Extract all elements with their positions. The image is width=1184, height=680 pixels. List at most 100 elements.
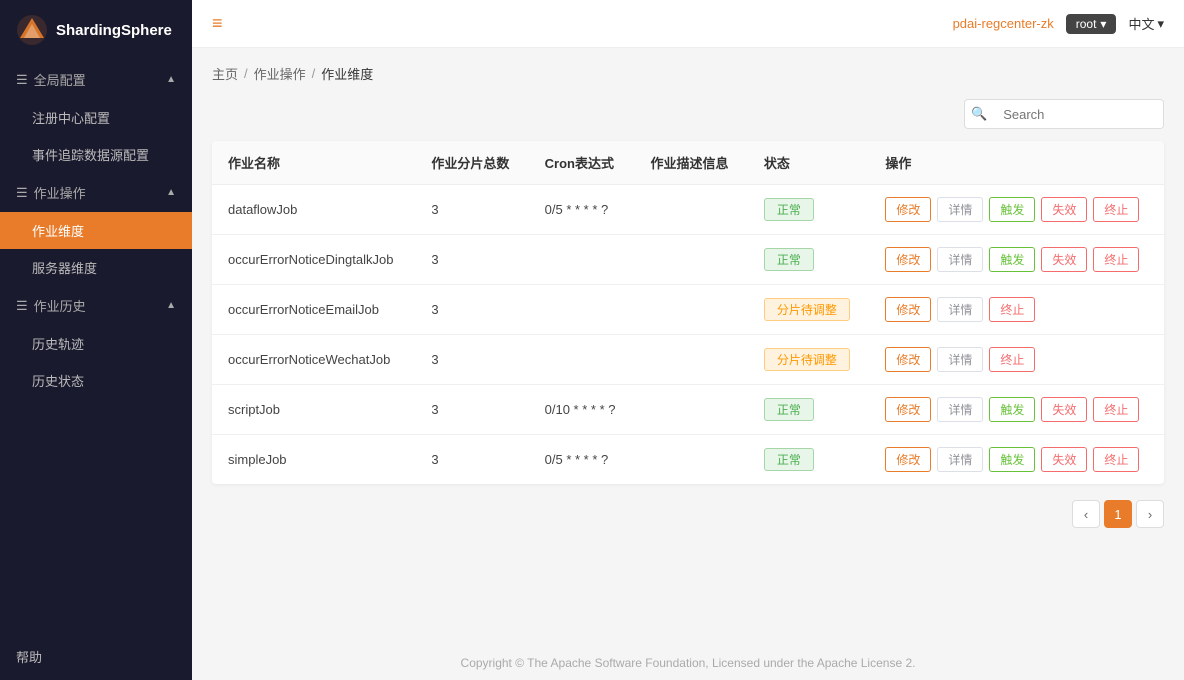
sidebar-item-history-status[interactable]: 历史状态 [0, 362, 192, 399]
page-next-button[interactable]: › [1136, 500, 1164, 528]
sidebar-item-server-dimension[interactable]: 服务器维度 [0, 249, 192, 286]
status-cell: 分片待调整 [748, 335, 870, 385]
menu-group-icon: ☰ [16, 185, 28, 201]
stop-button[interactable]: 终止 [1093, 397, 1139, 422]
stop-button[interactable]: 终止 [1093, 247, 1139, 272]
sidebar: ShardingSphere ☰ 全局配置 ▲ 注册中心配置 事件追踪数据源配置… [0, 0, 192, 680]
lang-switch[interactable]: 中文 ▾ [1128, 14, 1164, 33]
sidebar-help[interactable]: 帮助 [0, 633, 192, 680]
table-row: dataflowJob30/5 * * * * ?正常修改详情触发失效终止 [212, 185, 1164, 235]
edit-button[interactable]: 修改 [885, 447, 931, 472]
trigger-button[interactable]: 触发 [989, 197, 1035, 222]
search-input[interactable] [993, 101, 1164, 128]
status-cell: 正常 [748, 235, 870, 285]
edit-button[interactable]: 修改 [885, 297, 931, 322]
edit-button[interactable]: 修改 [885, 247, 931, 272]
cron-cell: 0/10 * * * * ? [529, 385, 635, 435]
col-cron: Cron表达式 [529, 141, 635, 185]
job-name-cell: occurErrorNoticeEmailJob [212, 285, 415, 335]
trigger-button[interactable]: 触发 [989, 397, 1035, 422]
sidebar-item-job-dimension[interactable]: 作业维度 [0, 212, 192, 249]
menu-group-job-history[interactable]: ☰ 作业历史 ▲ [0, 286, 192, 325]
fail-button[interactable]: 失效 [1041, 447, 1087, 472]
chevron-up-icon: ▲ [166, 187, 176, 198]
desc-cell [635, 335, 748, 385]
detail-button[interactable]: 详情 [937, 347, 983, 372]
action-group: 修改详情触发失效终止 [885, 197, 1148, 222]
fail-button[interactable]: 失效 [1041, 197, 1087, 222]
actions-cell: 修改详情终止 [869, 335, 1164, 385]
col-desc: 作业描述信息 [635, 141, 748, 185]
shards-cell: 3 [415, 335, 528, 385]
status-badge: 正常 [764, 448, 814, 471]
detail-button[interactable]: 详情 [937, 397, 983, 422]
search-icon: 🔍 [965, 106, 993, 122]
sidebar-item-registry-config[interactable]: 注册中心配置 [0, 99, 192, 136]
desc-cell [635, 385, 748, 435]
sidebar-item-history-track[interactable]: 历史轨迹 [0, 325, 192, 362]
table-header-row: 作业名称 作业分片总数 Cron表达式 作业描述信息 状态 操作 [212, 141, 1164, 185]
col-status: 状态 [748, 141, 870, 185]
table-row: occurErrorNoticeWechatJob3分片待调整修改详情终止 [212, 335, 1164, 385]
stop-button[interactable]: 终止 [989, 297, 1035, 322]
stop-button[interactable]: 终止 [1093, 447, 1139, 472]
breadcrumb-sep1: / [244, 66, 248, 81]
breadcrumb: 主页 / 作业操作 / 作业维度 [212, 64, 1164, 83]
breadcrumb-home[interactable]: 主页 [212, 64, 238, 83]
edit-button[interactable]: 修改 [885, 397, 931, 422]
breadcrumb-current: 作业维度 [321, 64, 373, 83]
col-actions: 操作 [869, 141, 1164, 185]
shards-cell: 3 [415, 435, 528, 485]
table-row: occurErrorNoticeDingtalkJob3正常修改详情触发失效终止 [212, 235, 1164, 285]
shards-cell: 3 [415, 285, 528, 335]
menu-group-global-config[interactable]: ☰ 全局配置 ▲ [0, 60, 192, 99]
status-badge: 分片待调整 [764, 348, 850, 371]
stop-button[interactable]: 终止 [1093, 197, 1139, 222]
detail-button[interactable]: 详情 [937, 247, 983, 272]
actions-cell: 修改详情触发失效终止 [869, 385, 1164, 435]
desc-cell [635, 235, 748, 285]
status-badge: 正常 [764, 398, 814, 421]
cron-cell: 0/5 * * * * ? [529, 435, 635, 485]
trigger-button[interactable]: 触发 [989, 247, 1035, 272]
actions-cell: 修改详情终止 [869, 285, 1164, 335]
stop-button[interactable]: 终止 [989, 347, 1035, 372]
detail-button[interactable]: 详情 [937, 447, 983, 472]
detail-button[interactable]: 详情 [937, 197, 983, 222]
job-name-cell: dataflowJob [212, 185, 415, 235]
fail-button[interactable]: 失效 [1041, 397, 1087, 422]
action-group: 修改详情终止 [885, 347, 1148, 372]
user-badge[interactable]: root ▾ [1066, 14, 1117, 34]
logo-icon [16, 14, 48, 46]
sidebar-item-trace-config[interactable]: 事件追踪数据源配置 [0, 136, 192, 173]
toolbar: 🔍 🔍 [212, 99, 1164, 129]
lang-label: 中文 [1128, 14, 1154, 33]
page-1-button[interactable]: 1 [1104, 500, 1132, 528]
header-left: ≡ [212, 13, 223, 34]
chevron-up-icon: ▲ [166, 74, 176, 85]
detail-button[interactable]: 详情 [937, 297, 983, 322]
chevron-down-icon: ▾ [1157, 16, 1164, 32]
footer-text: Copyright © The Apache Software Foundati… [461, 656, 916, 670]
fail-button[interactable]: 失效 [1041, 247, 1087, 272]
breadcrumb-parent[interactable]: 作业操作 [254, 64, 306, 83]
logo: ShardingSphere [0, 0, 192, 60]
status-cell: 正常 [748, 385, 870, 435]
edit-button[interactable]: 修改 [885, 347, 931, 372]
menu-group-icon: ☰ [16, 72, 28, 88]
trigger-button[interactable]: 触发 [989, 447, 1035, 472]
job-table: 作业名称 作业分片总数 Cron表达式 作业描述信息 状态 操作 dataflo… [212, 141, 1164, 484]
pagination: ‹ 1 › [212, 484, 1164, 532]
footer: Copyright © The Apache Software Foundati… [192, 646, 1184, 680]
job-name-cell: scriptJob [212, 385, 415, 435]
menu-toggle-button[interactable]: ≡ [212, 13, 223, 34]
status-cell: 正常 [748, 185, 870, 235]
cron-cell: 0/5 * * * * ? [529, 185, 635, 235]
desc-cell [635, 435, 748, 485]
action-group: 修改详情触发失效终止 [885, 247, 1148, 272]
cron-cell [529, 285, 635, 335]
page-prev-button[interactable]: ‹ [1072, 500, 1100, 528]
shards-cell: 3 [415, 235, 528, 285]
edit-button[interactable]: 修改 [885, 197, 931, 222]
menu-group-job-ops[interactable]: ☰ 作业操作 ▲ [0, 173, 192, 212]
